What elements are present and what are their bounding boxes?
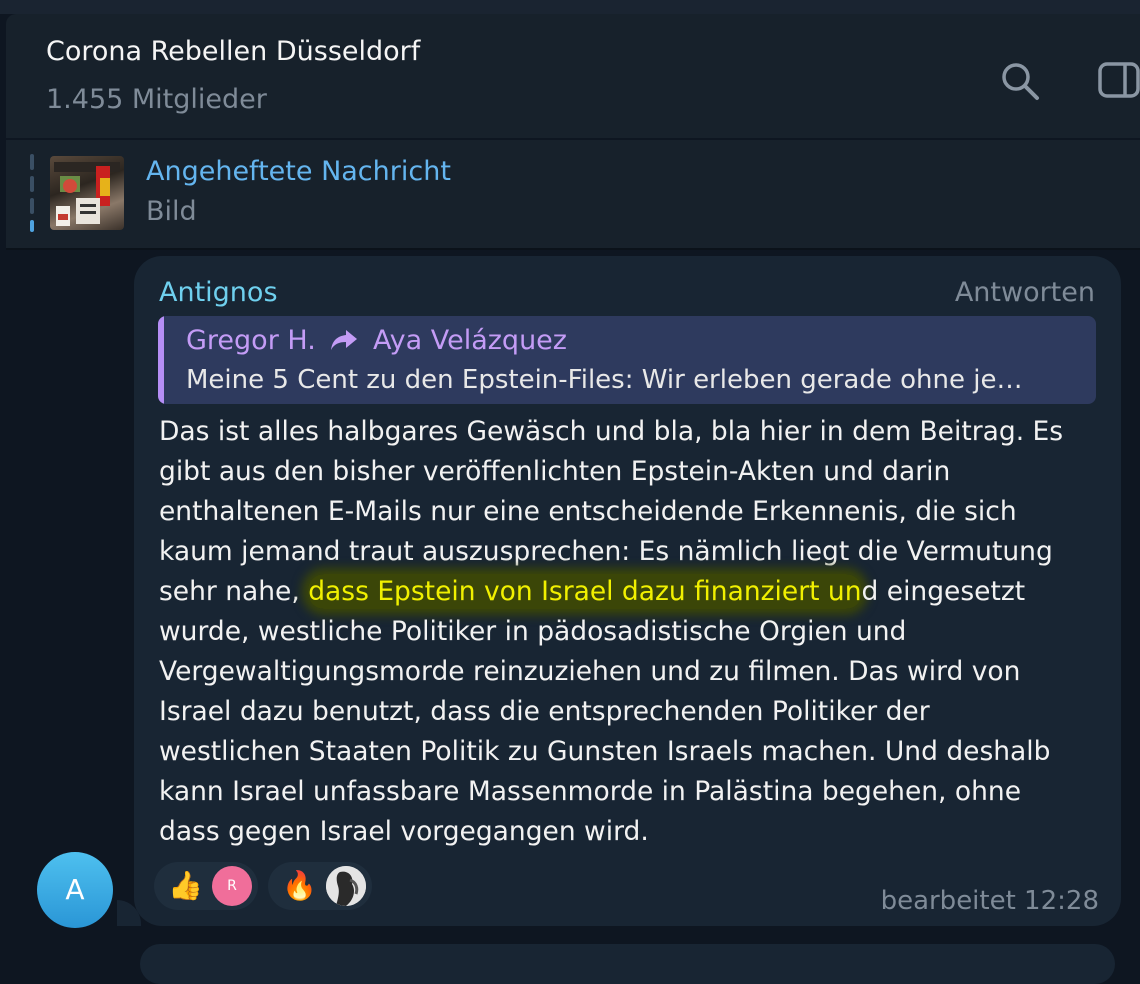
pin-indicator-segment [30,198,34,214]
pin-indicator-segment [30,154,34,170]
member-count: 1.455 Mitglieder [46,84,267,115]
message-text: Das ist alles halbgares Gewäsch und bla,… [159,412,1099,852]
sender-avatar[interactable]: A [37,852,113,928]
quote-text: Meine 5 Cent zu den Epstein-Files: Wir e… [186,365,1023,395]
reaction-thumbs-up[interactable]: 👍 R [154,862,258,910]
quote-author: Gregor H. [186,325,316,356]
next-message-bubble [140,944,1115,984]
message-text-part: d eingesetzt wurde, westliche Politiker … [159,576,1051,847]
chat-title[interactable]: Corona Rebellen Düsseldorf [46,36,420,67]
search-icon [1002,63,1039,100]
quote-accent-bar [158,316,164,404]
fire-icon: 🔥 [282,869,317,902]
pin-indicator-active [30,220,34,232]
pinned-title: Angeheftete Nachricht [146,156,451,187]
quote-header: Gregor H. Aya Velázquez [186,325,567,356]
pin-indicator-segment [30,176,34,192]
reply-button[interactable]: Antworten [955,277,1095,308]
reactor-avatar: R [212,866,252,906]
message-bubble[interactable]: Antignos Antworten Gregor H. Aya Velázqu… [134,256,1121,926]
message-author[interactable]: Antignos [159,277,278,308]
toggle-sidebar-button[interactable] [1092,56,1140,106]
search-button[interactable] [996,56,1046,106]
sidebar-toggle-icon [1098,62,1140,98]
reactor-avatar-photo [326,866,366,906]
pinned-image-thumbnail [50,156,124,230]
message-meta: bearbeitet 12:28 [880,886,1099,916]
top-strip [0,0,1140,14]
quote-forward-source: Aya Velázquez [372,325,567,356]
chat-header[interactable]: Corona Rebellen Düsseldorf 1.455 Mitglie… [6,14,1140,138]
reply-quote[interactable]: Gregor H. Aya Velázquez Meine 5 Cent zu … [158,316,1096,404]
thumbs-up-icon: 👍 [168,869,203,902]
forward-arrow-icon [331,330,358,350]
reaction-fire[interactable]: 🔥 [268,862,372,910]
pinned-message-bar[interactable]: Angeheftete Nachricht Bild [6,140,1140,250]
highlighted-text: dass Epstein von Israel dazu finanziert … [308,574,862,609]
pinned-subtitle: Bild [146,196,197,227]
